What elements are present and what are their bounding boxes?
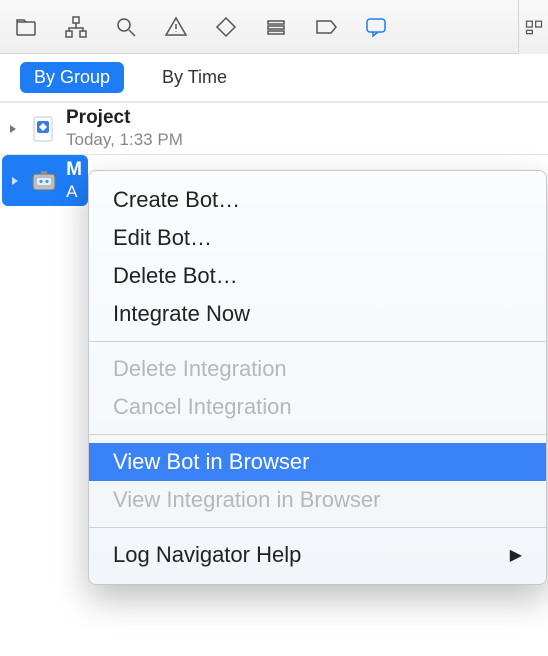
folder-icon[interactable] [12, 13, 40, 41]
navigator-toolbar [0, 0, 548, 54]
menu-label: Create Bot… [113, 187, 240, 213]
menu-label: Integrate Now [113, 301, 250, 327]
list-item-title: Project [66, 107, 183, 130]
menu-label: Log Navigator Help [113, 542, 301, 568]
menu-label: View Integration in Browser [113, 487, 380, 513]
list-item-text: Project Today, 1:33 PM [66, 107, 183, 150]
menu-label: View Bot in Browser [113, 449, 309, 475]
list-item-project[interactable]: Project Today, 1:33 PM [0, 103, 548, 155]
list-item-subtitle: Today, 1:33 PM [66, 130, 183, 150]
menu-separator [89, 434, 546, 435]
menu-create-bot[interactable]: Create Bot… [89, 181, 546, 219]
chat-icon[interactable] [362, 13, 390, 41]
filter-by-time[interactable]: By Time [148, 62, 241, 93]
menu-cancel-integration: Cancel Integration [89, 388, 546, 426]
list-item-bot[interactable]: M A [2, 155, 88, 206]
menu-separator [89, 527, 546, 528]
menu-label: Delete Integration [113, 356, 287, 382]
list-item-subtitle: A [66, 182, 82, 202]
tag-icon[interactable] [312, 13, 340, 41]
disclosure-triangle-icon[interactable] [6, 122, 20, 136]
disclosure-triangle-icon[interactable] [8, 174, 21, 188]
menu-label: Edit Bot… [113, 225, 212, 251]
menu-integrate-now[interactable]: Integrate Now [89, 295, 546, 333]
filter-by-group[interactable]: By Group [20, 62, 124, 93]
menu-view-integration-browser: View Integration in Browser [89, 481, 546, 519]
hierarchy-icon[interactable] [62, 13, 90, 41]
menu-delete-bot[interactable]: Delete Bot… [89, 257, 546, 295]
menu-delete-integration: Delete Integration [89, 350, 546, 388]
menu-view-bot-browser[interactable]: View Bot in Browser [89, 443, 546, 481]
warning-icon[interactable] [162, 13, 190, 41]
menu-label: Cancel Integration [113, 394, 292, 420]
filter-bar: By Group By Time [0, 54, 548, 102]
search-icon[interactable] [112, 13, 140, 41]
bot-icon [27, 164, 60, 198]
submenu-arrow-icon: ▶ [510, 545, 522, 565]
project-file-icon [26, 112, 60, 146]
gauge-icon[interactable] [262, 13, 290, 41]
right-panel-toggle[interactable] [518, 0, 548, 54]
menu-log-navigator-help[interactable]: Log Navigator Help ▶ [89, 536, 546, 574]
diamond-icon[interactable] [212, 13, 240, 41]
context-menu: Create Bot… Edit Bot… Delete Bot… Integr… [88, 170, 547, 585]
menu-label: Delete Bot… [113, 263, 238, 289]
menu-separator [89, 341, 546, 342]
list-item-text: M A [66, 159, 82, 202]
list-item-title: M [66, 159, 82, 182]
menu-edit-bot[interactable]: Edit Bot… [89, 219, 546, 257]
